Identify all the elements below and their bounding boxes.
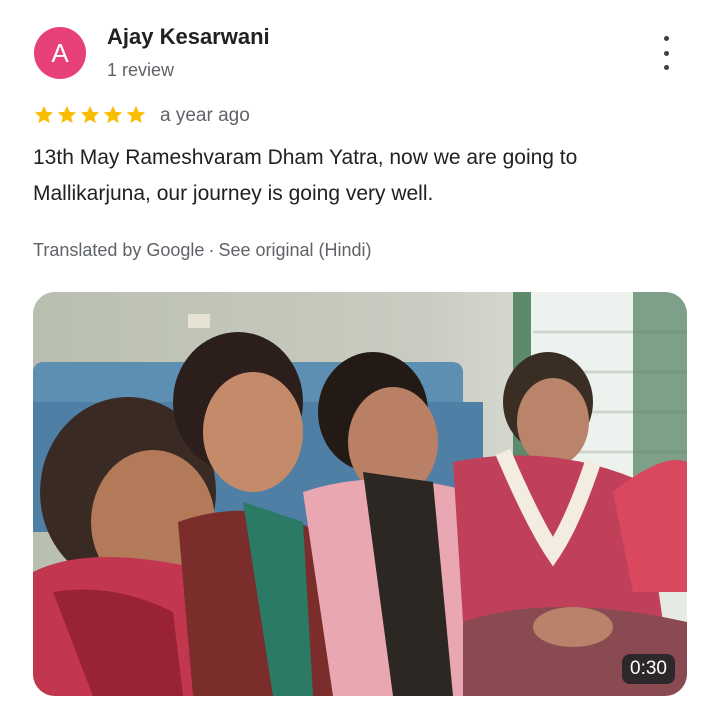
separator: · [208,240,215,260]
translated-by-label: Translated by Google [33,240,205,260]
star-icon [34,105,54,124]
star-icon [57,105,77,124]
star-icon [103,105,123,124]
avatar[interactable]: A [34,27,86,79]
translation-info: Translated by Google · See original (Hindi… [33,240,372,261]
star-icon [126,105,146,124]
review-video[interactable]: 0:30 [33,292,687,696]
star-icon [80,105,100,124]
review-count: 1 review [107,60,175,80]
more-vertical-icon-dot-2 [663,50,669,56]
star-rating [33,104,147,126]
reviewer-name[interactable]: Ajay Kesarwani [107,24,270,50]
video-thumbnail [33,292,687,696]
review-text: 13th May Rameshvaram Dham Yatra, now we … [33,146,578,205]
more-vertical-icon [663,36,669,41]
review-time: a year ago [160,105,250,126]
more-vertical-icon-dot-3 [663,65,669,70]
see-original-link[interactable]: See original (Hindi) [218,240,371,260]
avatar-letter: A [51,37,69,68]
video-duration-badge: 0:30 [622,654,675,684]
more-options-button[interactable] [652,36,680,70]
